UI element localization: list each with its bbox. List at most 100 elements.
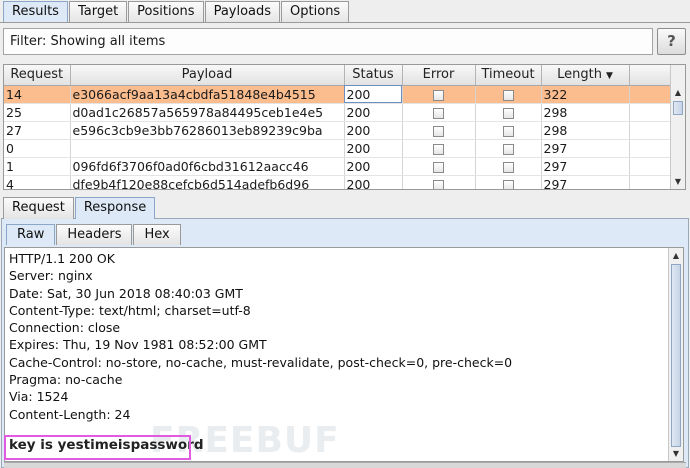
tab-hex[interactable]: Hex bbox=[133, 224, 181, 245]
cell-request: 1 bbox=[4, 157, 71, 176]
cell-error bbox=[402, 139, 476, 158]
cell-filler bbox=[629, 157, 673, 176]
response-line: Content-Type: text/html; charset=utf-8 bbox=[9, 302, 251, 318]
cell-status: 200 bbox=[344, 157, 403, 176]
cell-filler bbox=[629, 85, 673, 104]
response-headers: HTTP/1.1 200 OK Server: nginx Date: Sat, 3… bbox=[9, 250, 512, 423]
cell-filler bbox=[629, 175, 673, 189]
scroll-thumb[interactable] bbox=[673, 101, 683, 115]
cell-timeout bbox=[475, 175, 542, 189]
cell-request: 14 bbox=[4, 85, 71, 104]
column-header-payload[interactable]: Payload bbox=[70, 65, 345, 86]
error-checkbox bbox=[433, 89, 444, 101]
cell-payload: d0ad1c26857a565978a84495ceb1e4e5 bbox=[70, 103, 345, 122]
cell-error bbox=[402, 85, 476, 104]
sort-descending-icon: ▼ bbox=[605, 71, 613, 82]
cell-payload: e3066acf9aa13a4cbdfa51848e4b4515 bbox=[70, 85, 345, 104]
response-line: Cache-Control: no-store, no-cache, must-… bbox=[9, 354, 513, 370]
cell-error bbox=[402, 175, 476, 189]
tab-target[interactable]: Target bbox=[68, 1, 128, 23]
timeout-checkbox bbox=[502, 143, 514, 155]
response-text-area[interactable]: HTTP/1.1 200 OK Server: nginx Date: Sat, 3… bbox=[4, 247, 684, 462]
scroll-down-icon[interactable]: ▼ bbox=[673, 177, 683, 187]
table-row[interactable]: 0 200 297 bbox=[4, 139, 673, 158]
column-header-error[interactable]: Error bbox=[402, 65, 476, 86]
tab-response[interactable]: Response bbox=[74, 197, 156, 219]
cell-status: 200 bbox=[344, 139, 403, 158]
cell-timeout bbox=[475, 139, 542, 158]
cell-request: 0 bbox=[4, 139, 71, 158]
column-header-length[interactable]: Length ▼ bbox=[541, 65, 630, 86]
error-checkbox bbox=[433, 107, 444, 119]
response-line: HTTP/1.1 200 OK bbox=[9, 251, 115, 266]
scroll-up-icon[interactable]: ▲ bbox=[671, 251, 681, 261]
response-scrollbar[interactable]: ▲ ▼ bbox=[668, 248, 683, 461]
error-checkbox bbox=[433, 161, 444, 173]
cell-filler bbox=[629, 103, 673, 122]
cell-length: 297 bbox=[541, 175, 630, 189]
highlight-box bbox=[4, 435, 191, 460]
tab-results[interactable]: Results bbox=[3, 1, 68, 23]
filter-bar[interactable]: Filter: Showing all items bbox=[3, 28, 653, 55]
timeout-checkbox bbox=[502, 89, 514, 101]
cell-length: 298 bbox=[541, 121, 630, 140]
search-bar bbox=[4, 462, 686, 468]
scroll-down-icon[interactable]: ▼ bbox=[671, 449, 681, 459]
cell-length: 298 bbox=[541, 103, 630, 122]
table-row[interactable]: 25 d0ad1c26857a565978a84495ceb1e4e5 200 298 bbox=[4, 103, 673, 122]
cell-timeout bbox=[475, 85, 542, 104]
tab-payloads[interactable]: Payloads bbox=[204, 1, 281, 23]
timeout-checkbox bbox=[502, 179, 514, 189]
response-line: Server: nginx bbox=[9, 268, 93, 284]
cell-status: 200 bbox=[344, 103, 403, 122]
cell-error bbox=[402, 121, 476, 140]
cell-request: 4 bbox=[4, 175, 71, 189]
cell-payload bbox=[70, 139, 345, 158]
column-header-filler bbox=[629, 65, 673, 86]
cell-filler bbox=[629, 121, 673, 140]
cell-timeout bbox=[475, 121, 542, 140]
cell-length: 322 bbox=[541, 85, 630, 104]
table-row[interactable]: 1 096fd6f3706f0ad0f6cbd31612aacc46 200 297 bbox=[4, 157, 673, 176]
cell-payload: 096fd6f3706f0ad0f6cbd31612aacc46 bbox=[70, 157, 345, 176]
response-line: Connection: close bbox=[9, 320, 121, 336]
cell-timeout bbox=[475, 157, 542, 176]
tab-options[interactable]: Options bbox=[281, 1, 350, 23]
tab-request[interactable]: Request bbox=[3, 197, 74, 219]
results-table: Request Payload Status Error Timeout Len… bbox=[3, 64, 686, 190]
cell-payload: dfe9b4f120e88cefcb6d514adefb6d96 bbox=[70, 175, 345, 189]
results-scrollbar[interactable]: ▲ ▼ bbox=[670, 65, 685, 189]
message-tab-strip: Request Response bbox=[3, 197, 156, 219]
column-header-status[interactable]: Status bbox=[344, 65, 403, 86]
help-button[interactable]: ? bbox=[657, 28, 686, 55]
timeout-checkbox bbox=[502, 161, 514, 173]
cell-error bbox=[402, 103, 476, 122]
response-line: Pragma: no-cache bbox=[9, 372, 123, 388]
scroll-up-icon[interactable]: ▲ bbox=[673, 88, 683, 98]
response-line: Expires: Thu, 19 Nov 1981 08:52:00 GMT bbox=[9, 337, 267, 353]
tab-headers[interactable]: Headers bbox=[56, 224, 133, 245]
view-tab-strip: Raw Headers Hex bbox=[6, 224, 182, 246]
table-row[interactable]: 14 e3066acf9aa13a4cbdfa51848e4b4515 200 322 bbox=[4, 85, 673, 104]
tab-raw[interactable]: Raw bbox=[6, 224, 56, 245]
response-line: Via: 1524 bbox=[9, 389, 69, 405]
cell-length: 297 bbox=[541, 139, 630, 158]
table-row[interactable]: 4 dfe9b4f120e88cefcb6d514adefb6d96 200 297 bbox=[4, 175, 673, 189]
column-header-timeout[interactable]: Timeout bbox=[475, 65, 542, 86]
table-row[interactable]: 27 e596c3cb9e3bb76286013eb89239c9ba 200 298 bbox=[4, 121, 673, 140]
scroll-thumb[interactable] bbox=[671, 264, 681, 447]
timeout-checkbox bbox=[502, 107, 514, 119]
response-line: Date: Sat, 30 Jun 2018 08:40:03 GMT bbox=[9, 285, 243, 301]
cell-status: 200 bbox=[344, 85, 403, 104]
cell-payload: e596c3cb9e3bb76286013eb89239c9ba bbox=[70, 121, 345, 140]
cell-filler bbox=[629, 139, 673, 158]
cell-request: 25 bbox=[4, 103, 71, 122]
top-tab-strip: Results Target Positions Payloads Option… bbox=[3, 1, 350, 23]
tab-divider bbox=[0, 22, 690, 23]
tab-positions[interactable]: Positions bbox=[128, 1, 204, 23]
error-checkbox bbox=[433, 179, 444, 189]
cell-timeout bbox=[475, 103, 542, 122]
cell-status: 200 bbox=[344, 175, 403, 189]
column-header-request[interactable]: Request bbox=[4, 65, 71, 86]
cell-length: 297 bbox=[541, 157, 630, 176]
